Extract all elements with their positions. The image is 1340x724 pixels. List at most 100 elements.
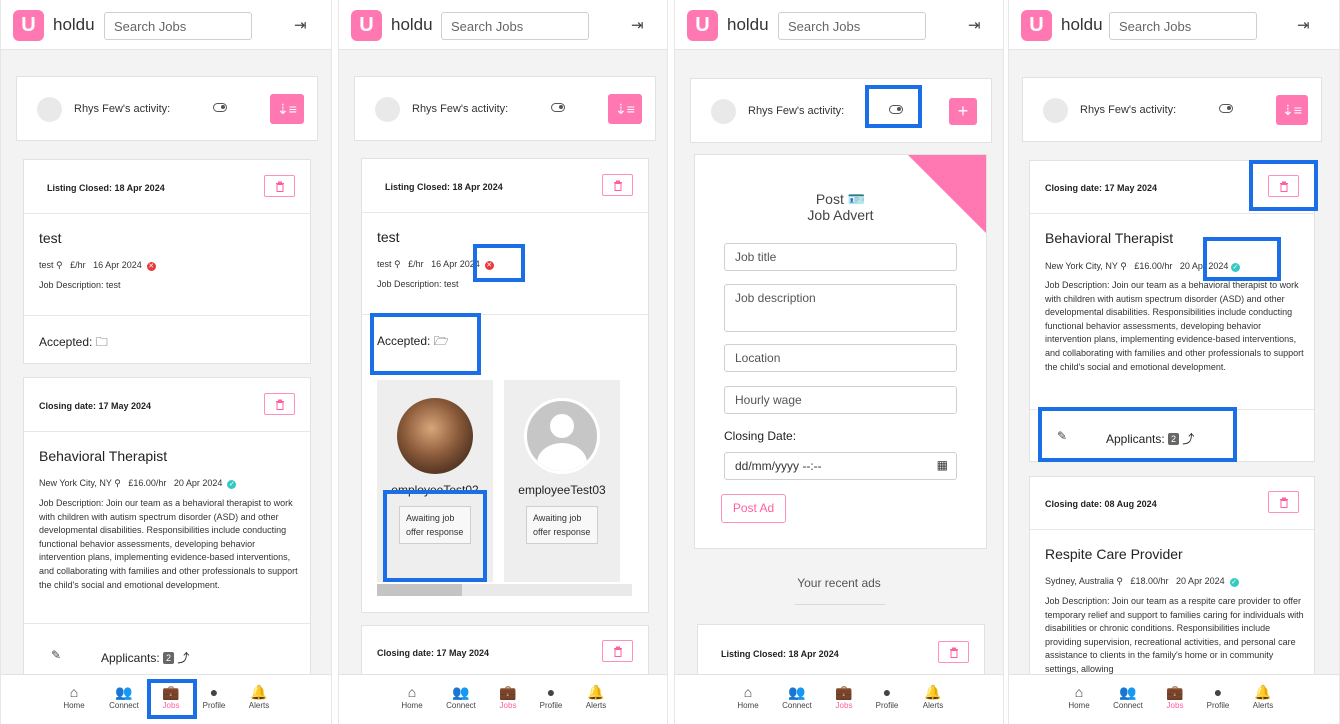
nav-jobs[interactable]: 💼 Jobs [1153, 681, 1197, 710]
holdu-logo[interactable]: U [13, 10, 44, 41]
open-status-icon: ✓ [227, 480, 237, 489]
nav-label: Connect [782, 701, 812, 710]
search-input[interactable] [1109, 12, 1257, 40]
delete-button[interactable] [602, 174, 633, 196]
awaiting-status-button[interactable]: Awaiting job offer response [526, 506, 598, 544]
applicants-toggle[interactable]: Applicants: 2 ⤴ [101, 649, 189, 666]
job-location: test [39, 260, 54, 270]
open-status-icon: ✓ [1229, 578, 1239, 587]
listing-status: Listing Closed: 18 Apr 2024 [385, 182, 503, 192]
nav-home[interactable]: ⌂ Home [390, 681, 434, 710]
job-wage: £16.00/hr [128, 478, 167, 488]
nav-connect[interactable]: 👥 Connect [1106, 681, 1150, 710]
logo-letter: U [21, 14, 36, 36]
horizontal-scrollbar[interactable] [377, 584, 632, 596]
nav-label: Alerts [1252, 701, 1274, 710]
edit-icon[interactable]: ✎ [51, 648, 61, 662]
activity-card: Rhys Few's activity: ⇣≡ [354, 76, 656, 141]
highlight-box [1038, 407, 1237, 462]
app-name: holdu [391, 15, 433, 34]
nav-alerts[interactable]: 🔔 Alerts [911, 681, 955, 710]
nav-label: Jobs [499, 701, 517, 710]
hourly-wage-input[interactable]: Hourly wage [724, 386, 957, 414]
post-job-form: Post 🪪 Job Advert Job title Job descript… [694, 154, 987, 549]
bell-icon: 🔔 [924, 684, 942, 700]
applicant-card[interactable]: employeeTest03 Awaiting job offer respon… [504, 380, 620, 582]
job-wage: £16.00/hr [1134, 261, 1173, 271]
divider [24, 623, 310, 624]
sort-button[interactable]: ⇣≡ [608, 94, 642, 124]
holdu-logo[interactable]: U [351, 10, 382, 41]
search-input[interactable] [104, 12, 252, 40]
nav-label: Home [63, 701, 85, 710]
nav-connect[interactable]: 👥 Connect [775, 681, 819, 710]
nav-home[interactable]: ⌂ Home [1057, 681, 1101, 710]
toggle-icon[interactable] [213, 103, 227, 112]
location-input[interactable]: Location [724, 344, 957, 372]
trash-icon [613, 180, 622, 191]
nav-label: Alerts [248, 701, 270, 710]
sort-button[interactable]: ⇣≡ [270, 94, 304, 124]
scrollbar-thumb[interactable] [377, 584, 462, 596]
highlight-box [1249, 160, 1318, 211]
activity-label: Rhys Few's activity: [74, 103, 171, 115]
job-description: Job Description: Join our team as a beha… [1045, 280, 1304, 372]
applicant-photo [397, 398, 473, 474]
app-name: holdu [727, 15, 769, 34]
job-title-input[interactable]: Job title [724, 243, 957, 271]
nav-connect[interactable]: 👥 Connect [439, 681, 483, 710]
logo-letter: U [1029, 14, 1044, 36]
trash-icon [275, 181, 284, 192]
delete-button[interactable] [938, 641, 969, 663]
nav-profile[interactable]: ● Profile [529, 681, 573, 710]
post-ad-button[interactable]: Post Ad [721, 494, 786, 523]
nav-alerts[interactable]: 🔔 Alerts [237, 681, 281, 710]
toggle-icon[interactable] [551, 103, 565, 112]
bottom-nav: ⌂ Home 👥 Connect 💼 Jobs ● Profile 🔔 Alerts [339, 674, 667, 724]
nav-home[interactable]: ⌂ Home [726, 681, 770, 710]
nav-label: Home [401, 701, 423, 710]
delete-button[interactable] [264, 175, 295, 197]
sort-button[interactable]: ⇣≡ [1276, 95, 1308, 125]
nav-alerts[interactable]: 🔔 Alerts [574, 681, 618, 710]
nav-profile[interactable]: ● Profile [1196, 681, 1240, 710]
nav-alerts[interactable]: 🔔 Alerts [1241, 681, 1285, 710]
logout-icon[interactable]: ⇥ [1297, 16, 1310, 34]
logout-icon[interactable]: ⇥ [631, 16, 644, 34]
avatar-head [550, 414, 574, 438]
job-title: Behavioral Therapist [39, 448, 168, 464]
toggle-icon[interactable] [1219, 104, 1233, 113]
nav-home[interactable]: ⌂ Home [52, 681, 96, 710]
logout-icon[interactable]: ⇥ [968, 16, 981, 34]
logout-icon[interactable]: ⇥ [294, 16, 307, 34]
nav-profile[interactable]: ● Profile [192, 681, 236, 710]
home-icon: ⌂ [69, 684, 79, 700]
search-input[interactable] [778, 12, 926, 40]
bottom-nav: ⌂ Home 👥 Connect 💼 Jobs ● Profile 🔔 Alerts [675, 674, 1003, 724]
job-description-input[interactable]: Job description [724, 284, 957, 332]
highlight-box [370, 313, 481, 375]
screen-post-ad: U holdu ⇥ Rhys Few's activity: + Post 🪪 … [674, 0, 1004, 724]
location-pin-icon: ⚲ [1116, 576, 1123, 586]
divider [24, 431, 310, 432]
form-title-line2: Job Advert [807, 207, 874, 223]
add-button[interactable]: + [949, 98, 977, 125]
nav-jobs[interactable]: 💼 Jobs [486, 681, 530, 710]
recent-ads-heading: Your recent ads [797, 576, 881, 590]
listing-status: Closing date: 17 May 2024 [377, 648, 490, 658]
holdu-logo[interactable]: U [1021, 10, 1052, 41]
activity-card: Rhys Few's activity: ⇣≡ [1022, 77, 1322, 142]
closing-date-input[interactable]: dd/mm/yyyy --:-- ▦ [724, 452, 957, 480]
nav-label: Alerts [922, 701, 944, 710]
search-input[interactable] [441, 12, 589, 40]
highlight-box [865, 85, 922, 128]
nav-jobs[interactable]: 💼 Jobs [822, 681, 866, 710]
calendar-icon: ▦ [936, 458, 948, 472]
delete-button[interactable] [1268, 491, 1299, 513]
delete-button[interactable] [602, 640, 633, 662]
nav-connect[interactable]: 👥 Connect [102, 681, 146, 710]
nav-profile[interactable]: ● Profile [865, 681, 909, 710]
accepted-toggle[interactable]: Accepted: 🗀 [39, 333, 108, 354]
delete-button[interactable] [264, 393, 295, 415]
holdu-logo[interactable]: U [687, 10, 718, 41]
